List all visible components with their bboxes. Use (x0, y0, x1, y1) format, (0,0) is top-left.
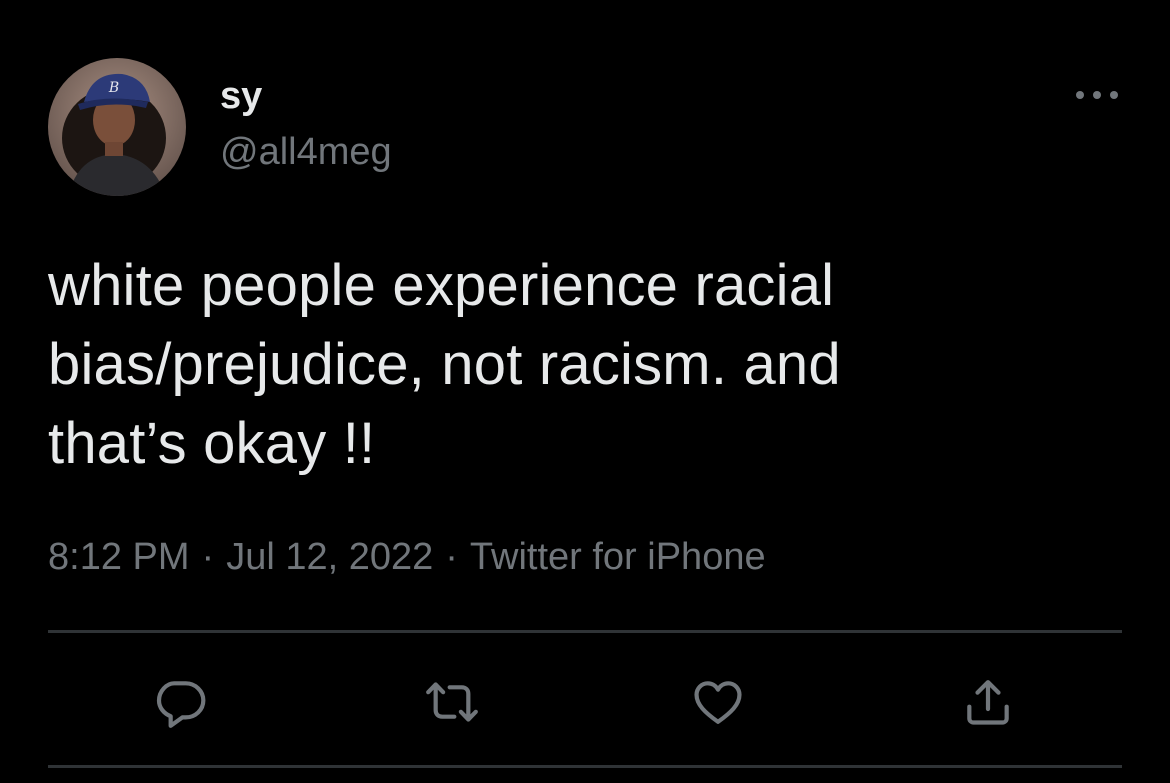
profile-photo-icon: B (48, 58, 186, 196)
retweet-icon (426, 682, 478, 722)
divider (48, 630, 1122, 633)
divider (48, 765, 1122, 768)
retweet-button[interactable] (422, 672, 482, 732)
tweet-source[interactable]: Twitter for iPhone (470, 536, 766, 578)
more-dots-icon (1076, 91, 1118, 99)
avatar[interactable]: B (48, 58, 186, 196)
more-options-button[interactable] (1072, 80, 1122, 110)
reply-button[interactable] (150, 672, 210, 732)
like-icon (694, 681, 742, 724)
meta-separator: · (445, 536, 458, 578)
like-button[interactable] (688, 672, 748, 732)
share-icon (967, 680, 1009, 725)
tweet-detail: B sy @all4meg white people experience ra… (0, 0, 1170, 783)
svg-text:B: B (108, 80, 119, 96)
share-button[interactable] (958, 672, 1018, 732)
tweet-text: white people experience racial bias/prej… (48, 253, 841, 476)
tweet-meta: 8:12 PM · Jul 12, 2022 · Twitter for iPhone (48, 534, 766, 580)
tweet-date[interactable]: Jul 12, 2022 (226, 536, 433, 578)
meta-separator: · (201, 536, 215, 578)
tweet-time[interactable]: 8:12 PM (48, 536, 190, 578)
display-name[interactable]: sy (220, 74, 262, 118)
user-handle[interactable]: @all4meg (220, 130, 392, 174)
reply-icon (156, 681, 206, 728)
